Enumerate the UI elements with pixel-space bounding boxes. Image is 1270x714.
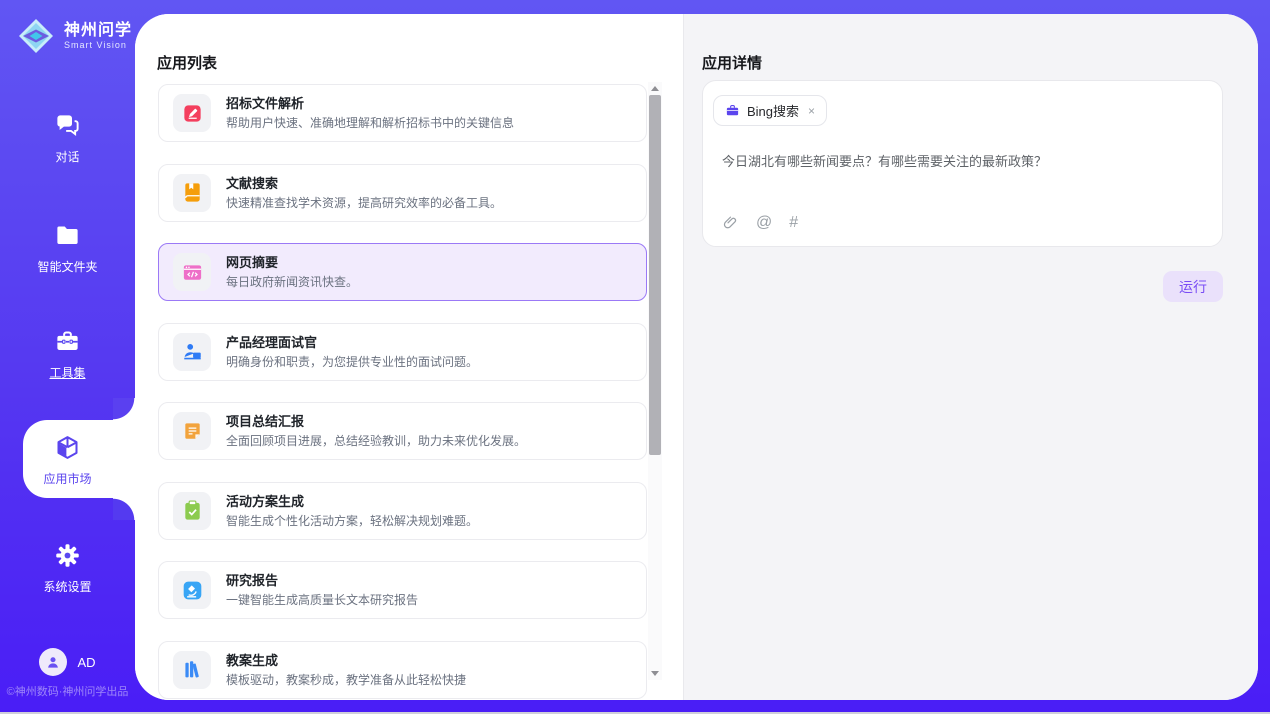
- scrollbar-thumb[interactable]: [649, 95, 661, 455]
- books-icon: [173, 651, 211, 689]
- app-card-desc: 快速精准查找学术资源，提高研究效率的必备工具。: [226, 195, 502, 211]
- app-card-desc: 全面回顾项目进展，总结经验教训，助力未来优化发展。: [226, 433, 526, 449]
- paperclip-icon[interactable]: [722, 214, 739, 231]
- app-card-title: 产品经理面试官: [226, 334, 478, 351]
- browser-code-icon: [173, 253, 211, 291]
- app-card-desc: 帮助用户快速、准确地理解和解析招标书中的关键信息: [226, 115, 514, 131]
- app-card-desc: 一键智能生成高质量长文本研究报告: [226, 592, 418, 608]
- sidebar-item-label: 工具集: [0, 364, 135, 381]
- app-card-desc: 明确身份和职责，为您提供专业性的面试问题。: [226, 354, 478, 370]
- sidebar-item-cube[interactable]: 应用市场: [0, 434, 135, 487]
- chip-close-icon[interactable]: ×: [808, 104, 815, 118]
- sidebar-item-folder[interactable]: 智能文件夹: [0, 222, 135, 275]
- at-mention-icon[interactable]: @: [756, 214, 772, 231]
- sidebar-item-gear[interactable]: 系统设置: [0, 542, 135, 595]
- folder-icon: [54, 222, 81, 249]
- app-card[interactable]: 网页摘要每日政府新闻资讯快查。: [158, 243, 647, 301]
- tool-chip-bing-search[interactable]: Bing搜索 ×: [713, 95, 827, 126]
- app-card-desc: 模板驱动，教案秒成，教学准备从此轻松快捷: [226, 672, 466, 688]
- app-card-title: 活动方案生成: [226, 493, 478, 510]
- app-card-title: 文献搜索: [226, 175, 502, 192]
- app-list-title: 应用列表: [157, 52, 217, 73]
- composer-toolbar: @ #: [722, 214, 798, 231]
- note-icon: [173, 412, 211, 450]
- toolbox-icon: [54, 328, 81, 355]
- cube-icon: [54, 434, 81, 461]
- scrollbar-down-arrow-icon[interactable]: [648, 667, 662, 680]
- scrollbar-up-arrow-icon[interactable]: [648, 82, 662, 95]
- interviewer-icon: [173, 333, 211, 371]
- book-icon: [173, 174, 211, 212]
- clipboard-check-icon: [173, 492, 211, 530]
- app-detail-title: 应用详情: [702, 52, 762, 73]
- sidebar: 神州问学 Smart Vision 对话智能文件夹工具集应用市场系统设置 AD …: [0, 0, 135, 712]
- chat-icon: [54, 112, 81, 139]
- question-text[interactable]: 今日湖北有哪些新闻要点？有哪些需要关注的最新政策？: [722, 152, 1202, 171]
- app-detail-panel: 应用详情 Bing搜索 × 今日湖北有哪些新闻要点？有哪些需要关注的最新政策？ …: [683, 14, 1258, 700]
- user-account[interactable]: AD: [0, 648, 135, 676]
- app-card[interactable]: 产品经理面试官明确身份和职责，为您提供专业性的面试问题。: [158, 323, 647, 381]
- sidebar-item-label: 对话: [0, 148, 135, 165]
- app-card[interactable]: 研究报告一键智能生成高质量长文本研究报告: [158, 561, 647, 619]
- user-name: AD: [77, 655, 95, 670]
- sidebar-footer: ©神州数码·神州问学出品: [0, 683, 135, 699]
- person-icon: [44, 653, 62, 671]
- sidebar-item-toolbox[interactable]: 工具集: [0, 328, 135, 381]
- edit-square-icon: [173, 94, 211, 132]
- app-card-title: 研究报告: [226, 572, 418, 589]
- sidebar-item-label: 应用市场: [0, 470, 135, 487]
- app-card-title: 项目总结汇报: [226, 413, 526, 430]
- list-scrollbar[interactable]: [648, 82, 662, 680]
- logo-subtitle: Smart Vision: [64, 40, 132, 50]
- run-button[interactable]: 运行: [1163, 271, 1223, 302]
- main-content: 应用列表 招标文件解析帮助用户快速、准确地理解和解析招标书中的关键信息文献搜索快…: [135, 14, 1258, 700]
- sidebar-item-chat[interactable]: 对话: [0, 112, 135, 165]
- logo-title: 神州问学: [64, 22, 132, 40]
- app-card[interactable]: 文献搜索快速精准查找学术资源，提高研究效率的必备工具。: [158, 164, 647, 222]
- app-card[interactable]: 活动方案生成智能生成个性化活动方案，轻松解决规划难题。: [158, 482, 647, 540]
- sidebar-item-label: 系统设置: [0, 578, 135, 595]
- app-logo: 神州问学 Smart Vision: [16, 16, 132, 56]
- app-card[interactable]: 项目总结汇报全面回顾项目进展，总结经验教训，助力未来优化发展。: [158, 402, 647, 460]
- tool-chip-label: Bing搜索: [747, 101, 799, 120]
- app-card[interactable]: 招标文件解析帮助用户快速、准确地理解和解析招标书中的关键信息: [158, 84, 647, 142]
- prompt-composer[interactable]: Bing搜索 × 今日湖北有哪些新闻要点？有哪些需要关注的最新政策？ @ #: [702, 80, 1223, 247]
- app-card-list: 招标文件解析帮助用户快速、准确地理解和解析招标书中的关键信息文献搜索快速精准查找…: [158, 84, 647, 700]
- sidebar-item-label: 智能文件夹: [0, 258, 135, 275]
- hash-tag-icon[interactable]: #: [789, 214, 798, 231]
- app-card-title: 网页摘要: [226, 254, 358, 271]
- app-card[interactable]: 教案生成模板驱动，教案秒成，教学准备从此轻松快捷: [158, 641, 647, 699]
- app-card-title: 招标文件解析: [226, 95, 514, 112]
- app-list-panel: 应用列表 招标文件解析帮助用户快速、准确地理解和解析招标书中的关键信息文献搜索快…: [135, 14, 683, 700]
- avatar: [39, 648, 67, 676]
- logo-diamond-icon: [16, 16, 56, 56]
- briefcase-icon: [725, 103, 740, 118]
- gear-icon: [54, 542, 81, 569]
- app-card-title: 教案生成: [226, 652, 466, 669]
- microscope-icon: [173, 571, 211, 609]
- app-card-desc: 智能生成个性化活动方案，轻松解决规划难题。: [226, 513, 478, 529]
- app-card-desc: 每日政府新闻资讯快查。: [226, 274, 358, 290]
